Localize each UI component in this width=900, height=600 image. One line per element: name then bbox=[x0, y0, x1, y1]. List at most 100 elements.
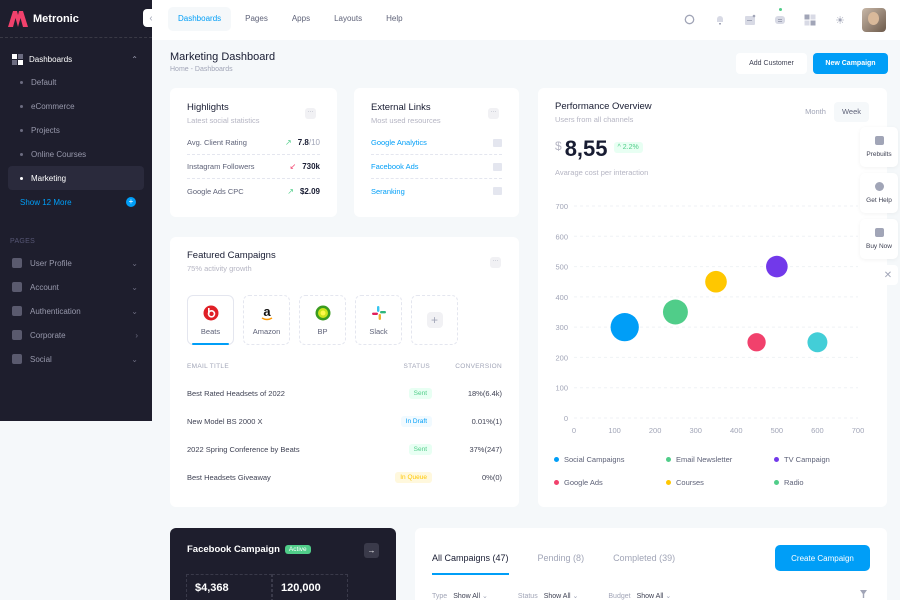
column-header-email-title: EMAIL TITLE bbox=[187, 363, 229, 370]
get-help-button[interactable]: Get Help bbox=[860, 173, 898, 213]
external-link-icon[interactable] bbox=[493, 187, 502, 195]
x-tick-label: 500 bbox=[771, 426, 784, 435]
sidebar-item-marketing[interactable]: Marketing bbox=[8, 166, 144, 190]
sidebar-item-account[interactable]: Account ⌄ bbox=[0, 275, 152, 299]
legend-item[interactable]: Social Campaigns bbox=[554, 455, 666, 464]
chevron-down-icon: ⌄ bbox=[131, 258, 138, 268]
sidebar-item-user-profile[interactable]: User Profile ⌄ bbox=[0, 251, 152, 275]
brand-tab-amazon[interactable]: a Amazon bbox=[243, 295, 290, 345]
bubble-radio bbox=[807, 332, 828, 353]
new-campaign-button[interactable]: New Campaign bbox=[813, 53, 888, 74]
filter-label: Type bbox=[432, 593, 448, 600]
arrow-up-right-icon: ↗ bbox=[287, 186, 294, 196]
open-campaign-button[interactable]: → bbox=[364, 543, 379, 558]
sidebar-item-label: Corporate bbox=[30, 330, 66, 340]
message-icon[interactable] bbox=[742, 12, 758, 28]
sidebar-item-projects[interactable]: Projects bbox=[8, 118, 144, 142]
sidebar-item-social[interactable]: Social ⌄ bbox=[0, 347, 152, 371]
dribbble-icon bbox=[12, 354, 22, 364]
tab-completed[interactable]: Completed (39) bbox=[613, 553, 675, 575]
x-tick-label: 700 bbox=[852, 426, 865, 435]
chevron-up-icon: ⌃ bbox=[131, 54, 138, 64]
add-customer-button[interactable]: Add Customer bbox=[736, 53, 807, 74]
show-more-label: Show 12 More bbox=[20, 197, 72, 207]
apps-grid-icon[interactable] bbox=[802, 12, 818, 28]
nav-dashboards[interactable]: Dashboards bbox=[168, 7, 232, 31]
legend-item[interactable]: Radio bbox=[774, 478, 874, 487]
legend-item[interactable]: TV Campaign bbox=[774, 455, 874, 464]
brand-label: Amazon bbox=[252, 326, 281, 336]
x-tick-label: 100 bbox=[608, 426, 621, 435]
sidebar-item-online-courses[interactable]: Online Courses bbox=[8, 142, 144, 166]
nav-layouts[interactable]: Layouts bbox=[324, 7, 372, 31]
nav-pages[interactable]: Pages bbox=[235, 7, 278, 31]
show-more-link[interactable]: Show 12 More + bbox=[8, 190, 144, 214]
sidebar: Metronic Dashboards ⌃ Default eCommerce Pr… bbox=[0, 0, 152, 421]
y-tick-label: 400 bbox=[555, 293, 568, 302]
bp-logo-icon bbox=[315, 305, 331, 321]
status-badge: Sent bbox=[408, 387, 432, 399]
logo[interactable]: Metronic bbox=[0, 0, 152, 38]
filter-budget[interactable]: Budget Show All ⌄ bbox=[608, 592, 671, 600]
add-brand-button[interactable]: + bbox=[411, 295, 458, 345]
legend-label: Google Ads bbox=[564, 478, 603, 487]
filter-status[interactable]: Status Show All ⌄ bbox=[518, 592, 579, 600]
sidebar-item-dashboards[interactable]: Dashboards ⌃ bbox=[8, 48, 144, 70]
conversion-value: 37%(247) bbox=[469, 444, 502, 454]
create-campaign-button[interactable]: Create Campaign bbox=[775, 545, 870, 571]
chevron-down-icon: ⌄ bbox=[131, 282, 138, 292]
sidebar-item-corporate[interactable]: Corporate › bbox=[0, 323, 152, 347]
period-toggle: Month Week bbox=[797, 102, 869, 122]
toggle-month[interactable]: Month bbox=[797, 102, 834, 122]
more-options-button[interactable]: ··· bbox=[305, 108, 316, 119]
chat-icon[interactable] bbox=[772, 8, 788, 28]
brand-tab-bp[interactable]: BP bbox=[299, 295, 346, 345]
nav-apps[interactable]: Apps bbox=[282, 7, 320, 31]
chevron-down-icon: ⌄ bbox=[663, 593, 672, 600]
external-link[interactable]: Seranking bbox=[371, 187, 405, 196]
status-cell: In Queue bbox=[372, 471, 442, 483]
nav-help[interactable]: Help bbox=[376, 7, 412, 31]
external-link[interactable]: Facebook Ads bbox=[371, 162, 419, 171]
more-options-button[interactable]: ··· bbox=[488, 108, 499, 119]
sidebar-item-ecommerce[interactable]: eCommerce bbox=[8, 94, 144, 118]
filter-label: Status bbox=[517, 593, 538, 600]
legend-item[interactable]: Courses bbox=[666, 478, 774, 487]
bell-icon[interactable] bbox=[712, 12, 728, 28]
external-link[interactable]: Google Analytics bbox=[371, 138, 427, 147]
bubble-social-campaigns bbox=[610, 313, 639, 342]
brand-tab-beats[interactable]: Beats bbox=[187, 295, 234, 345]
tab-all[interactable]: All Campaigns (47) bbox=[432, 553, 509, 575]
external-link-icon[interactable] bbox=[493, 162, 502, 171]
brand-tab-slack[interactable]: Slack bbox=[355, 295, 402, 345]
search-icon[interactable] bbox=[682, 12, 698, 28]
filter-icon[interactable] bbox=[860, 590, 867, 598]
top-nav: Dashboards Pages Apps Layouts Help bbox=[168, 7, 413, 31]
sidebar-item-authentication[interactable]: Authentication ⌄ bbox=[0, 299, 152, 323]
sidebar-item-default[interactable]: Default bbox=[8, 70, 144, 94]
more-options-button[interactable]: ··· bbox=[490, 257, 501, 268]
brand-label: Slack bbox=[369, 326, 388, 336]
prebuilts-button[interactable]: Prebuilts bbox=[860, 127, 898, 167]
table-header: EMAIL TITLE STATUS CONVERSION bbox=[187, 363, 502, 373]
external-link-icon[interactable] bbox=[493, 138, 502, 147]
plus-icon: + bbox=[126, 197, 136, 207]
toggle-week[interactable]: Week bbox=[833, 102, 869, 122]
sidebar-item-label: Social bbox=[30, 354, 52, 364]
buy-now-button[interactable]: Buy Now bbox=[860, 219, 898, 259]
bullet-icon bbox=[20, 128, 23, 132]
filter-type[interactable]: Type Show All ⌄ bbox=[432, 592, 488, 600]
bullet-icon bbox=[20, 176, 23, 180]
legend-item[interactable]: Email Newsletter bbox=[666, 455, 774, 464]
close-toolbar-button[interactable]: ✕ bbox=[878, 265, 898, 285]
tab-pending[interactable]: Pending (8) bbox=[538, 553, 585, 575]
bubble-tv-campaign bbox=[766, 255, 788, 278]
legend-item[interactable]: Google Ads bbox=[554, 478, 666, 487]
pages-section-label: PAGES bbox=[10, 238, 36, 245]
sun-theme-icon[interactable]: ☀ bbox=[832, 12, 848, 28]
external-link-row: Facebook Ads bbox=[371, 155, 502, 179]
metronic-logo-icon bbox=[8, 10, 28, 27]
user-avatar[interactable] bbox=[862, 8, 886, 32]
card-title: Highlights bbox=[187, 102, 229, 113]
chevron-down-icon: ⌄ bbox=[570, 593, 579, 600]
